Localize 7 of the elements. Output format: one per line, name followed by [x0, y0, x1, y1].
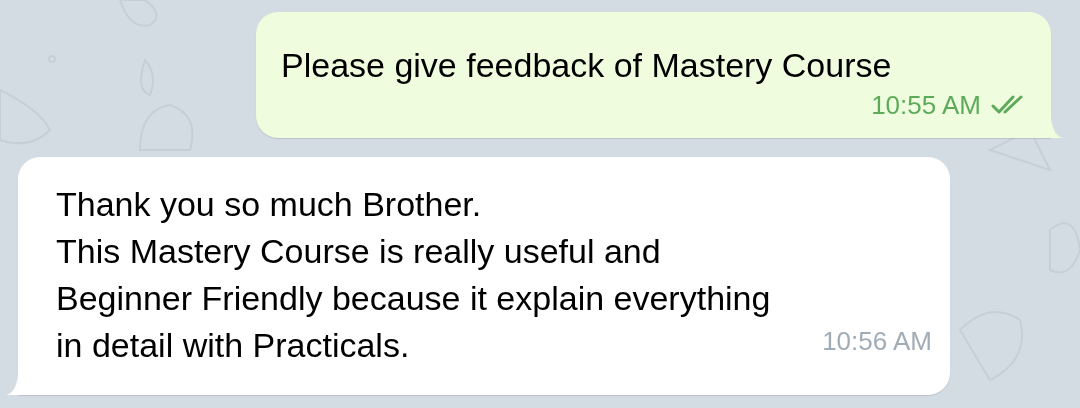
message-line: Beginner Friendly because it explain everything: [56, 278, 771, 319]
message-line: Please give feedback of Mastery Course: [281, 45, 892, 86]
message-time: 10:56 AM: [822, 325, 932, 358]
message-time: 10:55 AM: [871, 89, 981, 122]
message-line: Thank you so much Brother.: [56, 184, 482, 225]
message-line: in detail with Practicals.: [56, 325, 410, 366]
message-line: This Mastery Course is really useful and: [56, 231, 661, 272]
